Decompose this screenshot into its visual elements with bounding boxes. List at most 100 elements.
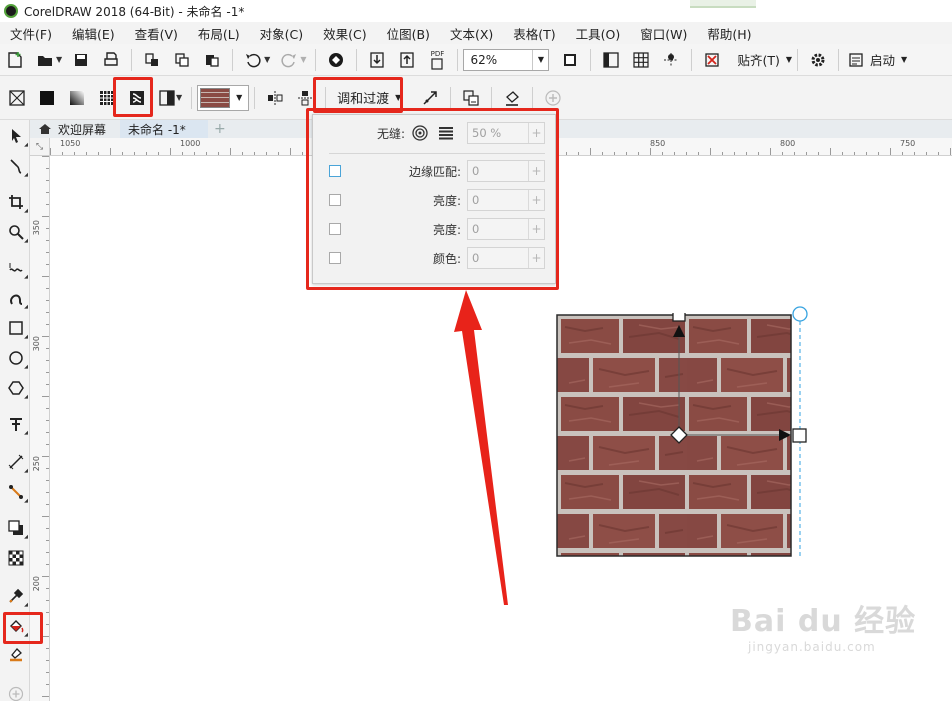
connector-tool-icon[interactable]: ◢ [4,480,28,504]
ruler-origin-icon[interactable]: ⤡ [30,138,50,156]
brick-filled-rectangle[interactable] [555,313,793,558]
copy-fill-icon[interactable] [458,85,484,111]
menu-table[interactable]: 表格(T) [503,24,565,43]
publish-pdf-icon[interactable]: PDF [424,47,450,73]
menu-effects[interactable]: 效果(C) [313,24,376,43]
paste-icon[interactable] [199,47,225,73]
ruler-v-tick [46,672,49,673]
ruler-h-tick [110,148,111,155]
smart-fill-tool-icon[interactable] [4,642,28,666]
zoom-tool-icon[interactable]: ◢ [4,220,28,244]
zoom-level-value: 62% [470,52,498,67]
fountain-fill-icon[interactable] [64,85,90,111]
tab-untitled-document-label: 未命名 -1* [128,122,186,137]
launch-dropdown[interactable]: 启动 ▼ [848,50,907,69]
fill-rotation-handle[interactable] [792,306,808,322]
fill-type-dropdown-arrow-icon[interactable]: ▼ [176,93,182,102]
full-screen-icon[interactable] [557,47,583,73]
fill-picker-combo[interactable]: ▼ [197,84,250,111]
ellipse-tool-icon[interactable]: ◢ [4,346,28,370]
ruler-h-tick [746,152,747,155]
pick-tool-icon[interactable]: ◢ [4,124,28,148]
ruler-v-tick [42,696,49,697]
ruler-h-tick [782,152,783,155]
redo-dropdown-arrow-icon[interactable]: ▼ [300,55,306,64]
show-rulers-icon[interactable] [598,47,624,73]
edit-fill-icon[interactable] [499,85,525,111]
menu-tools[interactable]: 工具(O) [566,24,631,43]
polygon-tool-icon[interactable]: ◢ [4,376,28,400]
redo-icon[interactable] [276,47,302,73]
undo-dropdown-arrow-icon[interactable]: ▼ [264,55,270,64]
freehand-tool-icon[interactable]: ◢ [4,256,28,280]
menu-bitmaps[interactable]: 位图(B) [377,24,440,43]
ruler-v-tick [42,396,49,397]
cut-icon[interactable] [139,47,165,73]
fill-right-handle[interactable] [792,428,807,443]
crop-tool-icon[interactable]: ◢ [4,190,28,214]
ruler-v-tick [46,492,49,493]
show-guidelines-icon[interactable] [658,47,684,73]
transform-with-object-icon[interactable] [417,85,443,111]
parallel-dimension-tool-icon[interactable]: ◢ [4,450,28,474]
options-gear-icon[interactable] [805,47,831,73]
new-document-icon[interactable] [2,47,28,73]
artistic-media-tool-icon[interactable]: ◢ [4,286,28,310]
add-document-tab-icon[interactable]: + [208,121,232,137]
menu-file[interactable]: 文件(F) [0,24,62,43]
flip-horizontal-icon[interactable] [262,85,288,111]
ruler-h-tick [902,152,903,155]
open-folder-icon[interactable] [32,47,58,73]
tab-untitled-document[interactable]: 未命名 -1* [120,120,209,138]
uniform-fill-icon[interactable] [34,85,60,111]
print-icon[interactable] [98,47,124,73]
snap-to-dropdown[interactable]: 贴齐(T) ▼ [731,50,792,69]
snap-off-icon[interactable] [699,47,725,73]
add-quick-customize-icon[interactable] [540,85,566,111]
open-dropdown-arrow-icon[interactable]: ▼ [56,55,62,64]
transparency-tool-icon[interactable] [4,546,28,570]
import-icon[interactable] [364,47,390,73]
ruler-h-tick [302,152,303,155]
show-grid-icon[interactable] [628,47,654,73]
zoom-dropdown-arrow-icon[interactable]: ▼ [532,49,548,70]
rectangle-tool-icon[interactable]: ◢ [4,316,28,340]
menu-window[interactable]: 窗口(W) [630,24,697,43]
save-icon[interactable] [68,47,94,73]
ruler-v-tick [46,588,49,589]
color-eyedropper-tool-icon[interactable]: ◢ [4,584,28,608]
ruler-h-tick [266,152,267,155]
text-tool-icon[interactable]: ◢ [4,412,28,436]
fill-picker-dropdown-arrow-icon[interactable]: ▼ [232,89,246,107]
ruler-v-tick [46,168,49,169]
ruler-h-tick [926,152,927,155]
ruler-v-tick [42,516,49,517]
ruler-h-tick [938,152,939,155]
undo-icon[interactable] [240,47,266,73]
menu-layout[interactable]: 布局(L) [188,24,250,43]
export-icon[interactable] [394,47,420,73]
ruler-h-tick [578,152,579,155]
shape-tool-icon[interactable]: ◢ [4,154,28,178]
add-tool-icon[interactable] [4,682,28,701]
menu-help[interactable]: 帮助(H) [697,24,761,43]
ruler-h-label: 750 [900,139,916,148]
no-fill-icon[interactable] [4,85,30,111]
menu-edit[interactable]: 编辑(E) [62,24,125,43]
tab-welcome-screen[interactable]: 欢迎屏幕 [30,120,114,138]
drop-shadow-tool-icon[interactable]: ◢ [4,516,28,540]
menu-view[interactable]: 查看(V) [125,24,188,43]
menu-text[interactable]: 文本(X) [440,24,503,43]
ruler-v-tick [46,384,49,385]
baidu-jingyan-watermark: Bai du 经验 jingyan.baidu.com [730,596,930,676]
ruler-h-tick [914,152,915,155]
ruler-h-tick [62,152,63,155]
ruler-v-tick [46,252,49,253]
fill-top-handle[interactable] [672,313,686,322]
zoom-level-combo[interactable]: 62% ▼ [463,48,550,71]
search-content-icon[interactable] [323,47,349,73]
ruler-v-tick [46,228,49,229]
copy-icon[interactable] [169,47,195,73]
ruler-h-tick [818,152,819,155]
menu-object[interactable]: 对象(C) [250,24,313,43]
